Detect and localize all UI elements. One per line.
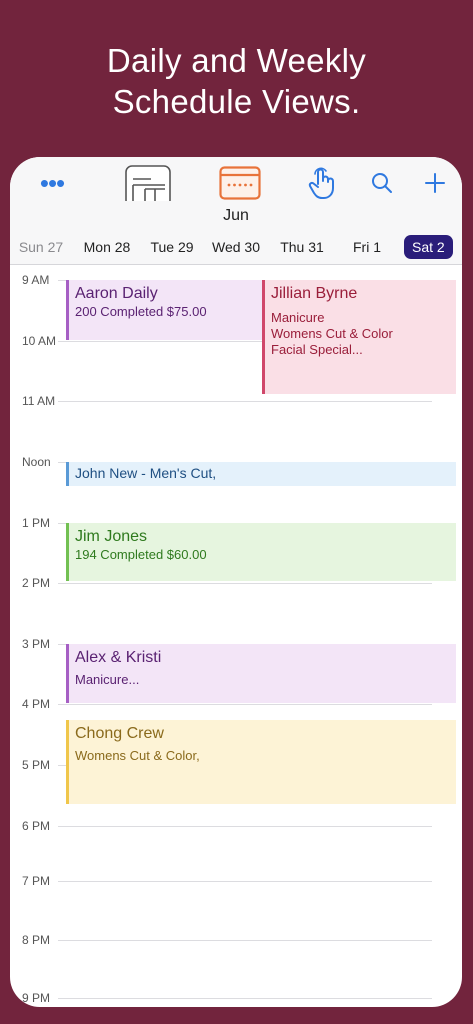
- event-aaron-daily[interactable]: Aaron Daily 200 Completed $75.00: [66, 280, 262, 340]
- day-thu-31[interactable]: Thu 31: [272, 235, 332, 259]
- day-view-icon[interactable]: [124, 163, 172, 203]
- event-detail: 194 Completed $60.00: [75, 547, 207, 562]
- event-detail: Manicure: [271, 310, 325, 325]
- event-title: Aaron Daily: [75, 285, 158, 302]
- event-alex-kristi[interactable]: Alex & Kristi Manicure...: [66, 644, 456, 703]
- promo-headline: Daily and Weekly Schedule Views.: [0, 40, 473, 122]
- hour-label: 1 PM: [22, 516, 51, 530]
- event-title: Jim Jones: [75, 528, 148, 545]
- week-view-icon[interactable]: [218, 163, 262, 203]
- hour-label: Noon: [22, 455, 51, 469]
- event-detail: 200 Completed $75.00: [75, 304, 207, 319]
- event-title: Alex & Kristi: [75, 649, 162, 666]
- hour-line: [58, 998, 432, 999]
- event-john-new[interactable]: John New - Men's Cut,: [66, 462, 456, 486]
- hour-label: 11 AM: [22, 394, 56, 408]
- plus-icon[interactable]: [420, 163, 450, 203]
- day-mon-28[interactable]: Mon 28: [76, 235, 138, 259]
- schedule-grid[interactable]: 9 AM 10 AM 11 AM Noon 1 PM 2 PM 3 PM 4 P…: [10, 265, 462, 1007]
- headline-line-2: Schedule Views.: [112, 83, 361, 120]
- event-detail: Facial Special...: [271, 342, 363, 357]
- day-sun-27[interactable]: Sun 27: [10, 235, 72, 259]
- hour-label: 9 AM: [22, 273, 50, 287]
- event-detail: Manicure...: [75, 672, 140, 687]
- hour-label: 7 PM: [22, 874, 51, 888]
- phone-screen: ••• Jun Sun 27 Mon 28 Tue 29 Wed 30 Thu …: [10, 157, 462, 1007]
- headline-line-1: Daily and Weekly: [106, 42, 367, 79]
- hour-label: 2 PM: [22, 576, 51, 590]
- hour-label: 6 PM: [22, 819, 51, 833]
- hour-label: 8 PM: [22, 933, 51, 947]
- month-label: Jun: [223, 207, 249, 224]
- hour-line: [58, 940, 432, 941]
- hour-label: 3 PM: [22, 637, 51, 651]
- day-fri-1[interactable]: Fri 1: [340, 235, 394, 259]
- event-detail: Womens Cut & Color: [271, 326, 393, 341]
- hour-line: [58, 826, 432, 827]
- event-title: John New - Men's Cut,: [75, 465, 217, 481]
- event-jim-jones[interactable]: Jim Jones 194 Completed $60.00: [66, 523, 456, 581]
- hour-label: 10 AM: [22, 334, 57, 348]
- hand-tap-icon[interactable]: [305, 163, 339, 203]
- day-sat-2-selected[interactable]: Sat 2: [404, 235, 453, 259]
- hour-label: 4 PM: [22, 697, 51, 711]
- hour-label: 5 PM: [22, 758, 51, 772]
- event-title: Chong Crew: [75, 725, 164, 742]
- event-detail: Womens Cut & Color,: [75, 748, 200, 763]
- hour-line: [58, 704, 432, 705]
- event-jillian-byrne[interactable]: Jillian Byrne Manicure Womens Cut & Colo…: [262, 280, 456, 394]
- toolbar: •••: [10, 157, 462, 207]
- event-title: Jillian Byrne: [271, 285, 358, 302]
- event-chong-crew[interactable]: Chong Crew Womens Cut & Color,: [66, 720, 456, 804]
- week-header: Jun Sun 27 Mon 28 Tue 29 Wed 30 Thu 31 F…: [10, 207, 462, 265]
- hour-label: 9 PM: [22, 991, 51, 1005]
- search-icon[interactable]: [368, 163, 396, 203]
- hour-line: [58, 881, 432, 882]
- ellipsis-icon[interactable]: •••: [34, 163, 70, 203]
- day-tue-29[interactable]: Tue 29: [142, 235, 202, 259]
- day-wed-30[interactable]: Wed 30: [206, 235, 266, 259]
- hour-line: [58, 401, 432, 402]
- hour-line: [58, 583, 432, 584]
- day-strip: Sun 27 Mon 28 Tue 29 Wed 30 Thu 31 Fri 1…: [10, 235, 462, 259]
